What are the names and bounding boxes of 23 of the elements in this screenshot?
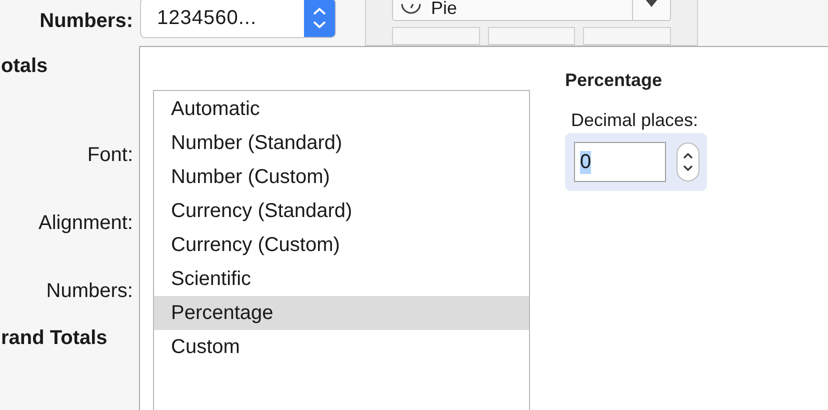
decimal-places-label: Decimal places: xyxy=(571,110,700,131)
format-option[interactable]: Automatic xyxy=(154,92,529,126)
format-option[interactable]: Currency (Custom) xyxy=(154,228,529,262)
chart-type-dropdown[interactable]: Pie xyxy=(392,0,671,22)
numbers-dropdown[interactable]: 1234560... xyxy=(140,0,336,38)
decimal-places-field[interactable]: 0 xyxy=(574,142,666,182)
field-label: Font: xyxy=(86,143,134,168)
format-option[interactable]: Percentage xyxy=(154,296,529,330)
numbers-label: Numbers: xyxy=(38,10,133,33)
format-option[interactable]: Number (Standard) xyxy=(154,126,529,160)
field-label: Alignment: xyxy=(38,211,134,236)
field-label: Numbers: xyxy=(45,279,134,304)
chart-type-tile[interactable] xyxy=(488,27,576,45)
chart-type-tile[interactable] xyxy=(392,27,480,45)
format-option[interactable]: Custom xyxy=(154,330,529,364)
section-heading: rand Totals xyxy=(1,326,108,351)
chart-type-tile[interactable] xyxy=(583,27,672,45)
format-option[interactable]: Scientific xyxy=(154,262,529,296)
format-option[interactable]: Number (Custom) xyxy=(154,160,529,194)
format-option[interactable]: Currency (Standard) xyxy=(154,194,529,228)
detail-title: Percentage xyxy=(565,70,664,91)
spin-arrows-icon[interactable] xyxy=(676,142,700,182)
section-heading: otals xyxy=(1,54,49,79)
